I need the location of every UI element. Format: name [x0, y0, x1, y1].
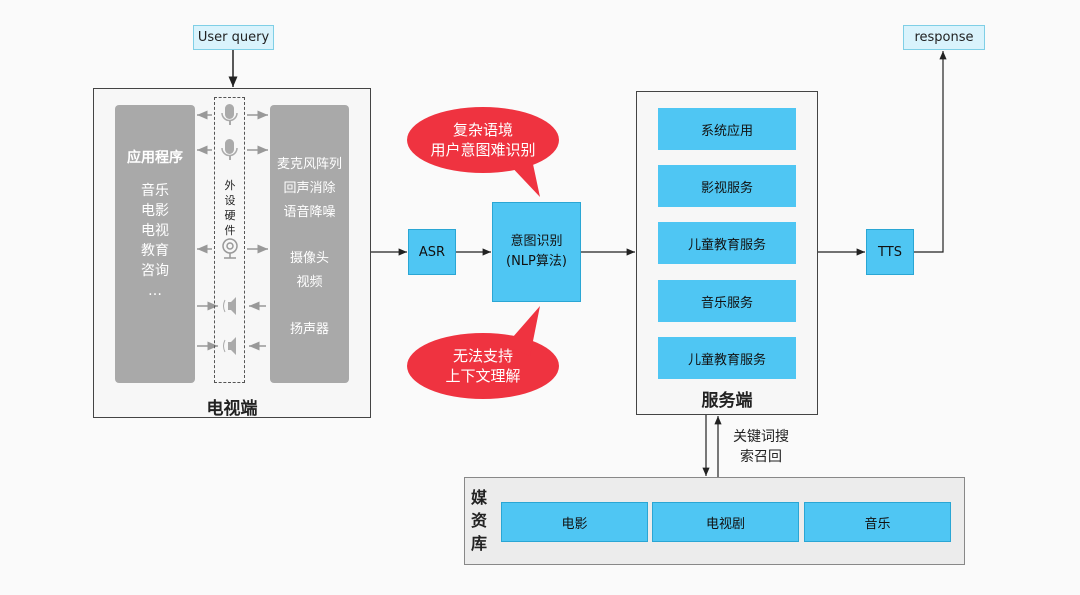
- service-item: 儿童教育服务: [658, 337, 796, 379]
- service-item: 系统应用: [658, 108, 796, 150]
- media-item: 电影: [501, 502, 648, 542]
- cap-camera: 摄像头: [289, 251, 329, 266]
- service-item: 音乐服务: [658, 280, 796, 322]
- bubble-top: 复杂语境 用户意图难识别: [407, 120, 559, 160]
- hardware-label: 外设硬件: [224, 179, 236, 237]
- media-label: 电视剧: [705, 516, 745, 532]
- media-label: 音乐: [864, 516, 891, 532]
- arrow-tts-to-response: [914, 51, 947, 253]
- apps-panel: 应用程序 音乐 电影 电视 教育 咨询 …: [115, 105, 195, 383]
- app-item: 电影: [141, 203, 169, 219]
- tv-title: 电视端: [206, 399, 258, 419]
- search-label-line1: 关键词搜: [733, 429, 789, 445]
- service-label: 音乐服务: [700, 295, 753, 311]
- media-item: 电视剧: [652, 502, 799, 542]
- app-item: 音乐: [141, 183, 169, 199]
- asr-box: ASR: [408, 229, 456, 275]
- service-item: 影视服务: [658, 165, 796, 207]
- cap-speaker: 扬声器: [289, 322, 329, 337]
- media-label: 电影: [561, 516, 588, 532]
- service-item: 儿童教育服务: [658, 222, 796, 264]
- bubble-top-line2: 用户意图难识别: [430, 141, 536, 159]
- service-label: 系统应用: [700, 123, 753, 139]
- media-item: 音乐: [804, 502, 951, 542]
- cap-mic-array: 麦克风阵列: [276, 157, 342, 172]
- bubble-bottom: 无法支持 上下文理解: [407, 346, 559, 386]
- nlp-line1: 意图识别: [510, 234, 563, 249]
- search-label-line2: 索召回: [740, 449, 782, 465]
- app-item: 教育: [141, 243, 169, 259]
- media-title: 媒资库: [471, 488, 488, 553]
- service-label: 儿童教育服务: [687, 352, 766, 368]
- server-title: 服务端: [701, 391, 753, 411]
- apps-heading: 应用程序: [127, 150, 183, 166]
- response-tag: response: [903, 25, 985, 50]
- service-label: 儿童教育服务: [687, 237, 766, 253]
- nlp-box: 意图识别 (NLP算法): [492, 202, 581, 302]
- cap-video: 视频: [296, 275, 323, 290]
- search-recall-label: 关键词搜 索召回: [724, 427, 798, 467]
- nlp-line2: (NLP算法): [506, 254, 567, 269]
- bubble-top-line1: 复杂语境: [452, 121, 513, 139]
- cap-noise-reduce: 语音降噪: [283, 205, 336, 220]
- bubble-bottom-line1: 无法支持: [452, 347, 513, 365]
- user-query-label: User query: [197, 30, 270, 45]
- service-label: 影视服务: [700, 180, 753, 196]
- hardware-column: [214, 97, 245, 383]
- capabilities-panel: 麦克风阵列 回声消除 语音降噪 摄像头 视频 扬声器: [270, 105, 349, 383]
- bubble-bottom-line2: 上下文理解: [445, 367, 521, 385]
- asr-label: ASR: [418, 244, 446, 260]
- tts-box: TTS: [866, 229, 914, 275]
- app-item: …: [148, 283, 162, 299]
- response-label: response: [914, 30, 974, 45]
- app-item: 咨询: [141, 263, 169, 279]
- user-query-tag: User query: [193, 25, 274, 50]
- cap-echo-cancel: 回声消除: [283, 181, 336, 196]
- app-item: 电视: [141, 223, 169, 239]
- tts-label: TTS: [878, 244, 902, 260]
